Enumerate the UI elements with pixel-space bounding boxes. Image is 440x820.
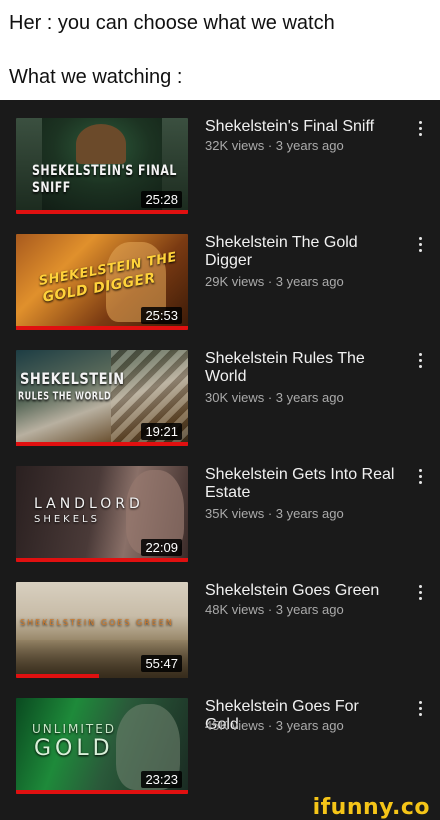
- thumbnail-title-text: SHEKELSTEIN GOES GREEN: [20, 618, 174, 627]
- video-item[interactable]: SHEKELSTEIN RULES THE WORLD 19:21 Shekel…: [0, 332, 440, 446]
- video-item[interactable]: SHEKELSTEIN THE GOLD DIGGER 25:53 Shekel…: [0, 216, 440, 330]
- more-vert-icon[interactable]: [416, 584, 426, 602]
- video-thumbnail[interactable]: LANDLORD SHEKELS 22:09: [16, 466, 188, 562]
- video-item[interactable]: LANDLORD SHEKELS 22:09 Shekelstein Gets …: [0, 448, 440, 562]
- video-item[interactable]: SHEKELSTEIN GOES GREEN 55:47 Shekelstein…: [0, 564, 440, 678]
- thumbnail-title-text: SHEKELSTEIN: [20, 370, 125, 389]
- video-duration: 22:09: [141, 539, 182, 556]
- caption-line-1: Her : you can choose what we watch: [9, 12, 335, 34]
- watch-progress-bar: [16, 790, 188, 794]
- video-duration: 25:28: [141, 191, 182, 208]
- video-meta: 32K views · 3 years ago: [205, 138, 344, 153]
- caption-line-2: What we watching :: [9, 66, 183, 88]
- video-title[interactable]: Shekelstein Rules The World: [205, 350, 395, 386]
- more-vert-icon[interactable]: [416, 352, 426, 370]
- thumbnail-title-text: LANDLORD: [34, 496, 144, 512]
- thumbnail-title-text: SHEKELS: [34, 514, 100, 525]
- watermark: ifunny.co: [312, 795, 430, 820]
- watch-progress-bar: [16, 210, 188, 214]
- video-thumbnail[interactable]: SHEKELSTEIN GOES GREEN 55:47: [16, 582, 188, 678]
- video-thumbnail[interactable]: SHEKELSTEIN'S FINAL SNIFF 25:28: [16, 118, 188, 214]
- thumbnail-title-text: GOLD: [34, 736, 114, 761]
- video-item[interactable]: UNLIMITED GOLD 23:23 Shekelstein Goes Fo…: [0, 680, 440, 794]
- footer-bar: ifunny.co: [0, 795, 440, 820]
- thumbnail-title-text: UNLIMITED: [32, 722, 117, 736]
- thumbnail-figure: [76, 124, 126, 164]
- video-thumbnail[interactable]: SHEKELSTEIN THE GOLD DIGGER 25:53: [16, 234, 188, 330]
- watch-progress-bar: [16, 442, 188, 446]
- more-vert-icon[interactable]: [416, 700, 426, 718]
- more-vert-icon[interactable]: [416, 120, 426, 138]
- video-duration: 55:47: [141, 655, 182, 672]
- video-title[interactable]: Shekelstein Goes Green: [205, 582, 395, 600]
- video-meta: 45K views · 3 years ago: [205, 718, 344, 733]
- video-meta: 48K views · 3 years ago: [205, 602, 344, 617]
- video-title[interactable]: Shekelstein The Gold Digger: [205, 234, 395, 270]
- video-item[interactable]: SHEKELSTEIN'S FINAL SNIFF 25:28 Shekelst…: [0, 100, 440, 214]
- watch-progress-bar: [16, 558, 188, 562]
- video-meta: 29K views · 3 years ago: [205, 274, 344, 289]
- video-meta: 30K views · 3 years ago: [205, 390, 344, 405]
- video-list: SHEKELSTEIN'S FINAL SNIFF 25:28 Shekelst…: [0, 100, 440, 797]
- video-duration: 19:21: [141, 423, 182, 440]
- watch-progress-bar: [16, 674, 99, 678]
- video-title[interactable]: Shekelstein's Final Sniff: [205, 118, 395, 136]
- video-duration: 23:23: [141, 771, 182, 788]
- watch-progress-bar: [16, 326, 188, 330]
- video-meta: 35K views · 3 years ago: [205, 506, 344, 521]
- thumbnail-title-text: RULES THE WORLD: [18, 390, 112, 403]
- meme-caption: Her : you can choose what we watch What …: [0, 0, 440, 100]
- more-vert-icon[interactable]: [416, 236, 426, 254]
- video-title[interactable]: Shekelstein Gets Into Real Estate: [205, 466, 395, 502]
- video-thumbnail[interactable]: SHEKELSTEIN RULES THE WORLD 19:21: [16, 350, 188, 446]
- video-thumbnail[interactable]: UNLIMITED GOLD 23:23: [16, 698, 188, 794]
- more-vert-icon[interactable]: [416, 468, 426, 486]
- video-duration: 25:53: [141, 307, 182, 324]
